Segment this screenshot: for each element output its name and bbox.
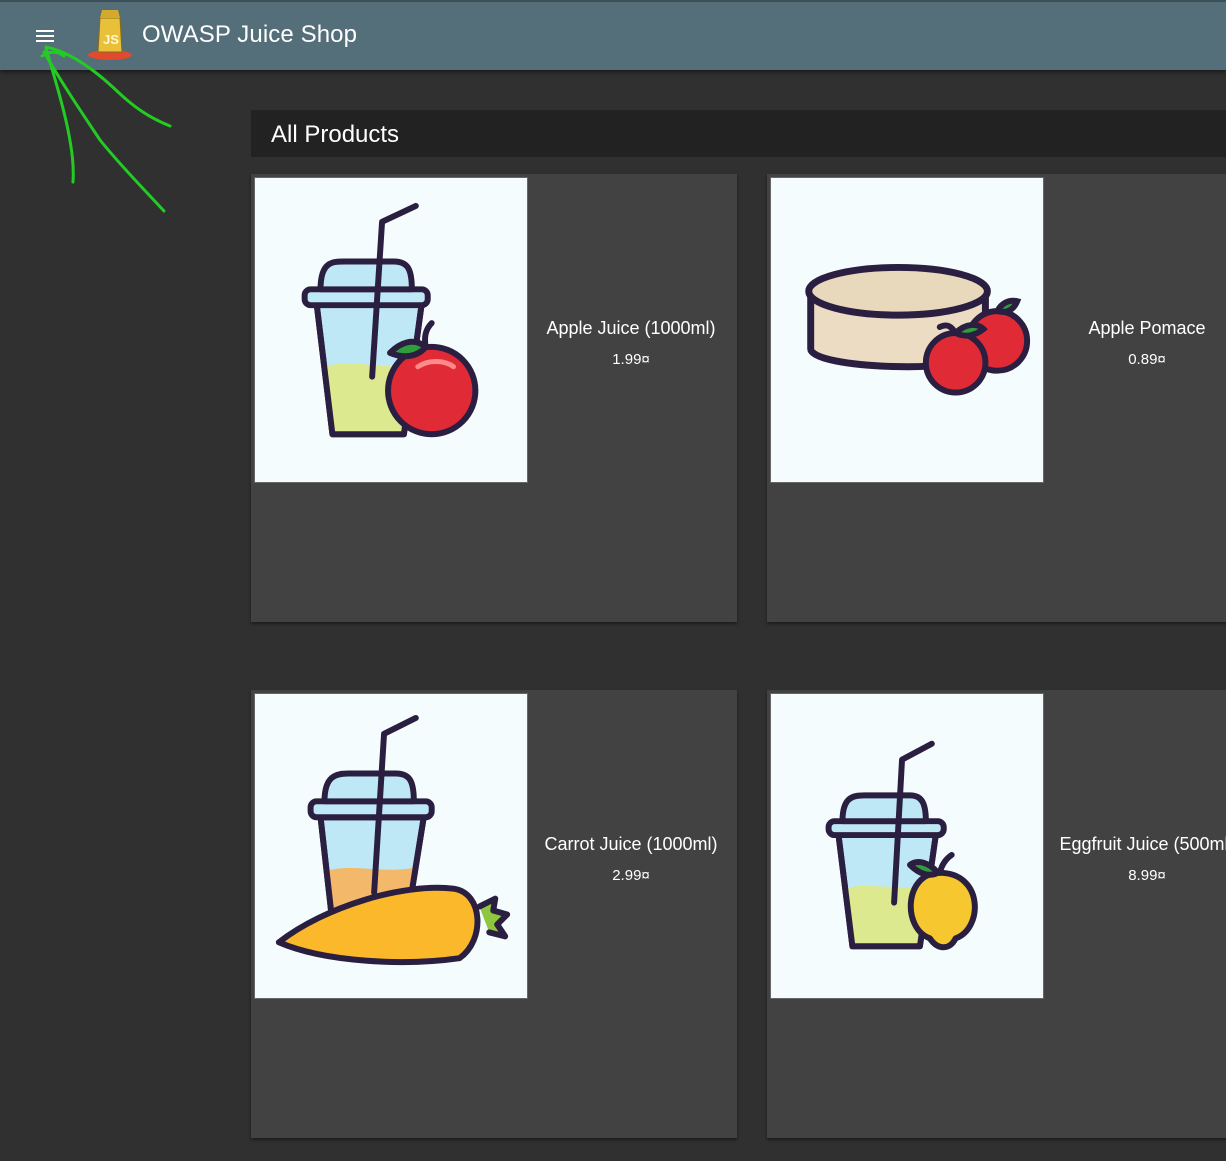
product-card[interactable]: Carrot Juice (1000ml) 2.99¤ bbox=[251, 690, 737, 1138]
products-heading-bar: All Products bbox=[251, 110, 1226, 157]
product-price: 1.99¤ bbox=[612, 351, 650, 368]
apple-pomace-image bbox=[770, 177, 1044, 483]
product-info: Apple Pomace 0.89¤ bbox=[1047, 318, 1226, 368]
carrot-juice-image bbox=[254, 693, 528, 999]
hamburger-line bbox=[36, 35, 54, 37]
page-title: All Products bbox=[271, 121, 400, 148]
eggfruit-juice-image bbox=[770, 693, 1044, 999]
hamburger-line bbox=[36, 40, 54, 42]
hamburger-menu-icon bbox=[36, 30, 54, 32]
logo-text: JS bbox=[103, 32, 119, 47]
product-info: Eggfruit Juice (500ml) 8.99¤ bbox=[1047, 834, 1226, 884]
product-name: Carrot Juice (1000ml) bbox=[544, 834, 718, 854]
product-info: Apple Juice (1000ml) 1.99¤ bbox=[531, 318, 731, 368]
top-toolbar: JS OWASP Juice Shop bbox=[0, 0, 1226, 70]
hamburger-menu-button[interactable] bbox=[28, 21, 62, 51]
product-name: Eggfruit Juice (500ml) bbox=[1059, 834, 1226, 854]
product-card[interactable]: Eggfruit Juice (500ml) 8.99¤ bbox=[767, 690, 1226, 1138]
product-card[interactable]: Apple Pomace 0.89¤ bbox=[767, 174, 1226, 622]
product-price: 2.99¤ bbox=[612, 867, 650, 884]
product-info: Carrot Juice (1000ml) 2.99¤ bbox=[531, 834, 731, 884]
product-name: Apple Juice (1000ml) bbox=[546, 318, 716, 338]
apple-juice-image bbox=[254, 177, 528, 483]
product-price: 8.99¤ bbox=[1128, 867, 1166, 884]
juice-shop-logo[interactable]: JS bbox=[86, 8, 134, 62]
product-card[interactable]: Apple Juice (1000ml) 1.99¤ bbox=[251, 174, 737, 622]
product-price: 0.89¤ bbox=[1128, 351, 1166, 368]
app-title[interactable]: OWASP Juice Shop bbox=[142, 21, 357, 49]
product-name: Apple Pomace bbox=[1088, 318, 1206, 338]
